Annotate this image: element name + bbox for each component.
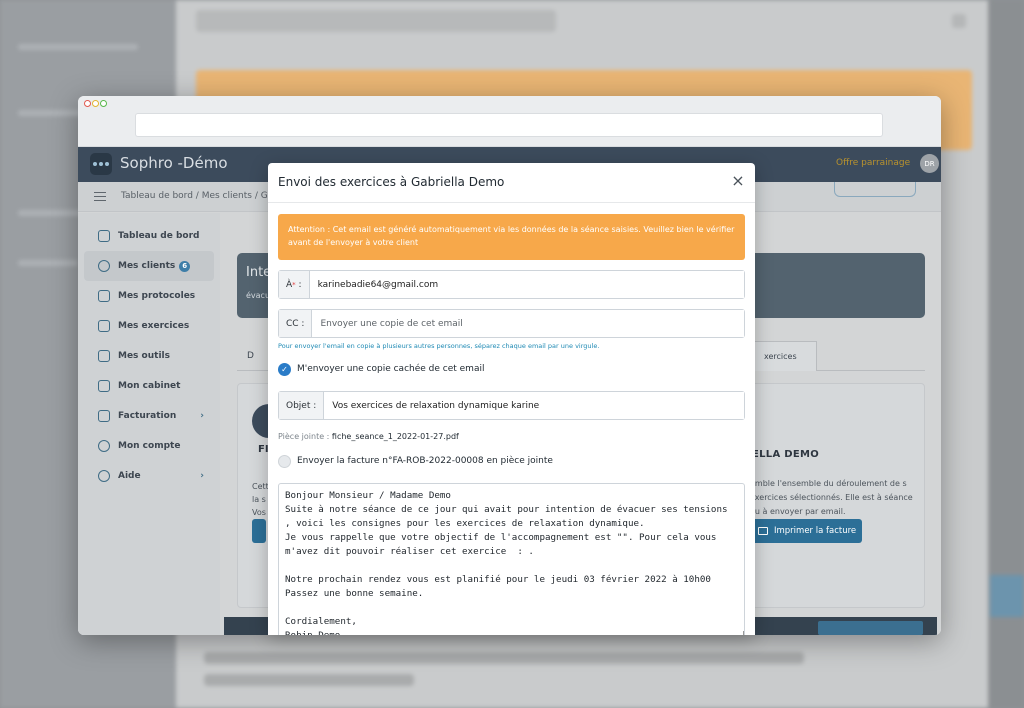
users-icon — [98, 260, 110, 272]
sidebar-item-cabinet[interactable]: Mon cabinet — [84, 371, 214, 401]
breadcrumb: Tableau de bord / Mes clients / Gab — [121, 191, 279, 201]
cc-field: CC : — [278, 309, 745, 338]
to-field: À * : — [278, 270, 745, 299]
sidebar-item-label: Mon compte — [118, 441, 181, 451]
sidebar: Tableau de bord Mes clients 6 Mes protoc… — [78, 213, 220, 635]
attachment-info: Pièce jointe : fiche_seance_1_2022-01-27… — [278, 432, 459, 441]
offer-link[interactable]: Offre parrainage — [836, 158, 910, 168]
brand-name[interactable]: Sophro -Démo — [120, 154, 228, 172]
sidebar-item-label: Mes protocoles — [118, 291, 196, 301]
invoice-label: Envoyer la facture n°FA-ROB-2022-00008 e… — [297, 456, 553, 466]
panel-right-heading: ELLA DEMO — [752, 449, 820, 460]
to-label: À * : — [279, 271, 310, 298]
send-exercises-modal: Envoi des exercices à Gabriella Demo × A… — [268, 163, 755, 635]
browser-chrome — [78, 96, 941, 147]
background-close — [952, 14, 966, 28]
subject-label: Objet : — [279, 392, 325, 419]
panel-left-heading: FI — [258, 444, 269, 455]
tab-exercises[interactable]: xercices — [747, 341, 817, 371]
sidebar-item-clients[interactable]: Mes clients 6 — [84, 251, 214, 281]
warning-alert: Attention : Cet email est généré automat… — [278, 214, 745, 260]
subject-input[interactable] — [324, 392, 744, 419]
sidebar-item-dashboard[interactable]: Tableau de bord — [84, 221, 214, 251]
header-action-button[interactable] — [834, 182, 916, 197]
sidebar-item-label: Mes exercices — [118, 321, 190, 331]
modal-header: Envoi des exercices à Gabriella Demo × — [268, 163, 755, 203]
invoice-icon — [98, 410, 110, 422]
cube-icon — [98, 320, 110, 332]
menu-icon[interactable] — [94, 192, 106, 201]
bcc-label: M'envoyer une copie cachée de cet email — [297, 364, 485, 374]
minimize-window-button[interactable] — [92, 100, 99, 107]
invoice-checkbox-row[interactable]: Envoyer la facture n°FA-ROB-2022-00008 e… — [278, 454, 553, 468]
close-icon[interactable]: × — [730, 173, 746, 189]
cc-label: CC : — [279, 310, 313, 337]
logo-icon[interactable] — [90, 153, 112, 175]
subject-field: Objet : — [278, 391, 745, 420]
sidebar-item-label: Mon cabinet — [118, 381, 181, 391]
sidebar-item-tools[interactable]: Mes outils — [84, 341, 214, 371]
layers-icon — [98, 350, 110, 362]
attachment-file[interactable]: fiche_seance_1_2022-01-27.pdf — [332, 432, 459, 441]
cc-help-text: Pour envoyer l'email en copie à plusieur… — [278, 342, 600, 350]
printer-icon — [758, 527, 768, 535]
background-line — [18, 260, 78, 266]
close-window-button[interactable] — [84, 100, 91, 107]
to-email-input[interactable] — [309, 271, 744, 298]
building-icon — [98, 380, 110, 392]
sidebar-item-protocols[interactable]: Mes protocoles — [84, 281, 214, 311]
bcc-checkbox-row[interactable]: ✓ M'envoyer une copie cachée de cet emai… — [278, 362, 484, 376]
address-bar[interactable] — [135, 113, 883, 137]
footer-button[interactable] — [818, 621, 923, 635]
panel-left-text: Cett la s Vos — [252, 482, 269, 517]
sidebar-item-label: Facturation — [118, 411, 177, 421]
background-text — [204, 652, 804, 664]
sidebar-item-label: Tableau de bord — [118, 231, 200, 241]
tab-details[interactable]: D — [247, 351, 254, 361]
print-invoice-button[interactable]: Imprimer la facture — [750, 519, 862, 543]
panel-right-text: emble l'ensemble du déroulement de s exe… — [750, 479, 913, 516]
help-icon — [98, 470, 110, 482]
bcc-checkbox[interactable]: ✓ — [278, 362, 291, 376]
maximize-window-button[interactable] — [100, 100, 107, 107]
resize-handle[interactable] — [738, 631, 744, 635]
attachment-label: Pièce jointe : — [278, 432, 330, 441]
sidebar-item-account[interactable]: Mon compte — [84, 431, 214, 461]
chevron-right-icon: › — [200, 471, 204, 481]
background-right-button — [990, 575, 1024, 617]
cc-email-input[interactable] — [312, 310, 744, 337]
invoice-checkbox[interactable] — [278, 454, 291, 468]
user-icon — [98, 440, 110, 452]
info-subtitle: évacu — [246, 291, 271, 300]
chevron-right-icon: › — [200, 411, 204, 421]
modal-title: Envoi des exercices à Gabriella Demo — [278, 175, 505, 189]
sidebar-item-label: Mes clients — [118, 261, 176, 271]
background-title — [196, 10, 556, 32]
background-line — [18, 44, 138, 50]
clients-count-badge: 6 — [179, 260, 191, 272]
panel-left-button[interactable] — [252, 519, 266, 543]
sidebar-item-billing[interactable]: Facturation › — [84, 401, 214, 431]
avatar[interactable]: DR — [920, 154, 939, 173]
protocol-icon — [98, 290, 110, 302]
email-body-textarea[interactable]: Bonjour Monsieur / Madame Demo Suite à n… — [278, 483, 745, 635]
sidebar-item-exercises[interactable]: Mes exercices — [84, 311, 214, 341]
sidebar-item-label: Aide — [118, 471, 141, 481]
background-text — [204, 674, 414, 686]
home-icon — [98, 230, 110, 242]
sidebar-item-help[interactable]: Aide › — [84, 461, 214, 491]
sidebar-item-label: Mes outils — [118, 351, 170, 361]
